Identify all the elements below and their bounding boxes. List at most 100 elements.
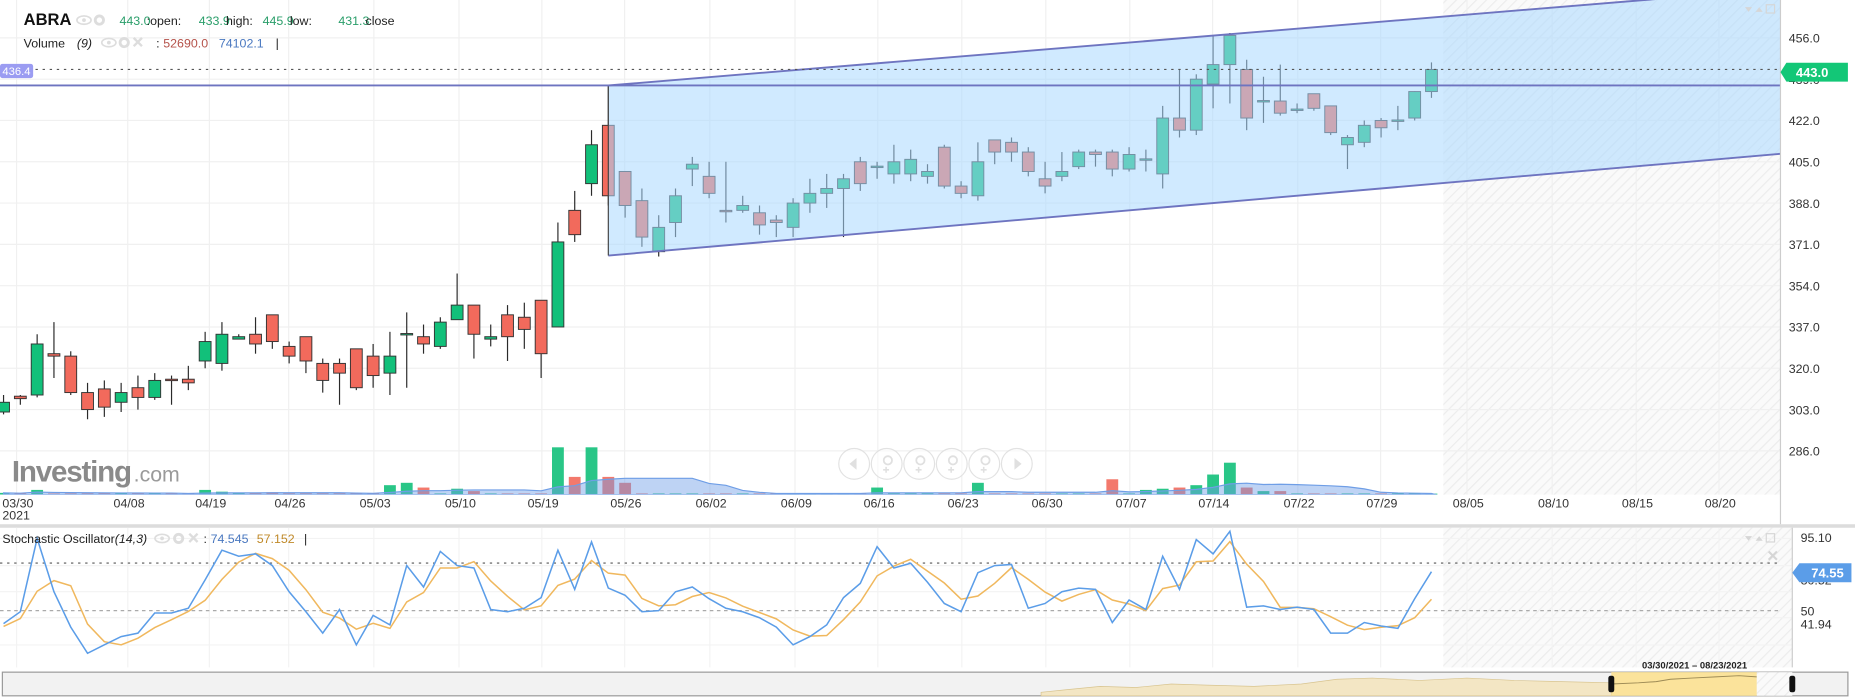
candle — [114, 382, 128, 413]
price-tick-label: 354.0 — [1789, 279, 1820, 293]
stochastic-legend-params: (14,3) — [115, 532, 147, 546]
candle-body-down — [534, 299, 548, 355]
volume-legend-name: Volume — [24, 36, 65, 50]
navigator-range: 03/30/2021 – 08/23/2021 — [1642, 661, 1747, 672]
price-panel[interactable]: Investing .com 456.0439.0422.0405.0388.0… — [0, 0, 1848, 525]
candle — [400, 312, 414, 388]
price-tick-label: 371.0 — [1789, 238, 1820, 252]
eye-icon[interactable] — [76, 15, 92, 26]
price-tick-label: 405.0 — [1789, 156, 1820, 170]
date-tick-label: 05/26 — [610, 497, 641, 511]
candle — [534, 299, 548, 378]
candle — [232, 334, 246, 340]
candle — [81, 382, 94, 420]
volume-legend-period: (9) — [77, 36, 92, 50]
gear-icon[interactable] — [118, 37, 130, 49]
candle-body-down — [97, 388, 111, 408]
candle — [0, 394, 10, 415]
candle — [433, 317, 447, 349]
candle — [484, 324, 498, 347]
candle — [517, 302, 531, 349]
future-area-hatch — [1443, 527, 1793, 668]
price-tick-label: 320.0 — [1789, 362, 1820, 376]
candle-body-up — [198, 341, 212, 362]
candle-body-up — [232, 336, 246, 340]
stochastic-legend-cursor: | — [304, 532, 307, 546]
symbol-name: ABRA — [24, 10, 72, 29]
candle — [97, 380, 111, 417]
candle-body-up — [0, 401, 10, 413]
stochastic-legend: Stochastic Oscillator (14,3) : 74.545 57… — [2, 532, 307, 546]
stochastic-panel[interactable]: 95.1080.525041.94 74.55 Stochastic Oscil… — [0, 527, 1852, 668]
eye-icon[interactable] — [100, 37, 117, 48]
candle — [165, 375, 178, 405]
stochastic-tick-label: 50 — [1801, 604, 1815, 618]
candle-body-down — [501, 314, 514, 338]
candle — [450, 273, 464, 321]
candle-body-up — [551, 241, 565, 328]
hline-price-label: 436.4 — [2, 66, 30, 78]
candle-body-down — [249, 333, 262, 345]
price-tick-label: 303.0 — [1789, 403, 1820, 417]
zoom-in-button[interactable] — [870, 447, 903, 480]
candle — [383, 331, 397, 395]
volume-legend-cursor: | — [276, 36, 279, 50]
candle-body-up — [433, 321, 447, 347]
candle — [568, 190, 582, 242]
price-axis[interactable]: 456.0439.0422.0405.0388.0371.0354.0337.0… — [1789, 32, 1820, 459]
candle — [551, 222, 565, 328]
legend-close-label: close — [366, 14, 395, 28]
date-tick-label: 08/15 — [1622, 497, 1653, 511]
zoom-reset-button[interactable] — [935, 447, 968, 480]
date-tick-label: 06/30 — [1032, 497, 1063, 511]
zoom-out-button[interactable] — [903, 447, 936, 480]
date-tick-label: 06/16 — [864, 497, 895, 511]
date-tick-label: 07/07 — [1116, 497, 1147, 511]
last-price-label: 443.0 — [1796, 65, 1829, 80]
zoom-fit-button[interactable] — [968, 447, 1001, 480]
scroll-left-button[interactable] — [838, 447, 871, 480]
date-tick-label: 07/14 — [1198, 497, 1229, 511]
gear-icon[interactable] — [93, 14, 105, 26]
candle — [215, 322, 229, 371]
legend-high-label: high: — [226, 14, 253, 28]
price-tick-label: 456.0 — [1789, 32, 1820, 46]
candle-body-down — [333, 362, 346, 374]
volume-legend-value: 52690.0 — [163, 36, 208, 50]
candle — [417, 324, 430, 354]
date-tick-label: 06/09 — [781, 497, 812, 511]
candle-body-down — [181, 378, 195, 384]
chart-navigation-buttons[interactable] — [838, 447, 1033, 480]
stochastic-legend-sep: : — [203, 532, 206, 546]
stochastic-lines — [3, 529, 1433, 655]
candle-body-down — [47, 353, 61, 357]
candle-body-up — [148, 379, 162, 398]
candle — [30, 334, 44, 398]
close-icon[interactable] — [132, 37, 143, 47]
candle-body-up — [215, 333, 229, 364]
panel-divider[interactable] — [0, 524, 1855, 528]
date-tick-label: 05/03 — [360, 497, 391, 511]
candle — [265, 314, 279, 349]
candle — [333, 358, 346, 405]
candle-body-down — [282, 345, 296, 357]
date-tick-label: 04/08 — [114, 497, 145, 511]
date-tick-label: 07/22 — [1284, 497, 1315, 511]
candle-body-down — [517, 316, 531, 330]
date-tick-label: 06/23 — [948, 497, 979, 511]
candle — [64, 351, 78, 395]
stochastic-legend-name: Stochastic Oscillator — [2, 532, 114, 546]
chart-canvas[interactable]: Investing .com 456.0439.0422.0405.0388.0… — [0, 0, 1855, 697]
legend-open-label: :open: — [147, 14, 181, 28]
stochastic-legend-k: 74.545 — [211, 532, 249, 546]
candle-body-down — [316, 362, 330, 381]
scroll-right-button[interactable] — [1000, 447, 1033, 480]
stochastic-k-line — [3, 529, 1433, 655]
navigator-handle-right[interactable] — [1789, 675, 1796, 693]
volume-bars — [0, 447, 1438, 495]
date-axis[interactable]: 03/30 04/08 04/19 04/26 05/03 05/10 05/19 05/26… — [2, 497, 1736, 511]
candle-body-up — [30, 343, 44, 396]
navigator-handle-left[interactable] — [1608, 675, 1615, 693]
stochastic-tick-label: 95.10 — [1801, 531, 1832, 545]
navigator-future-hatch — [1756, 672, 1793, 696]
